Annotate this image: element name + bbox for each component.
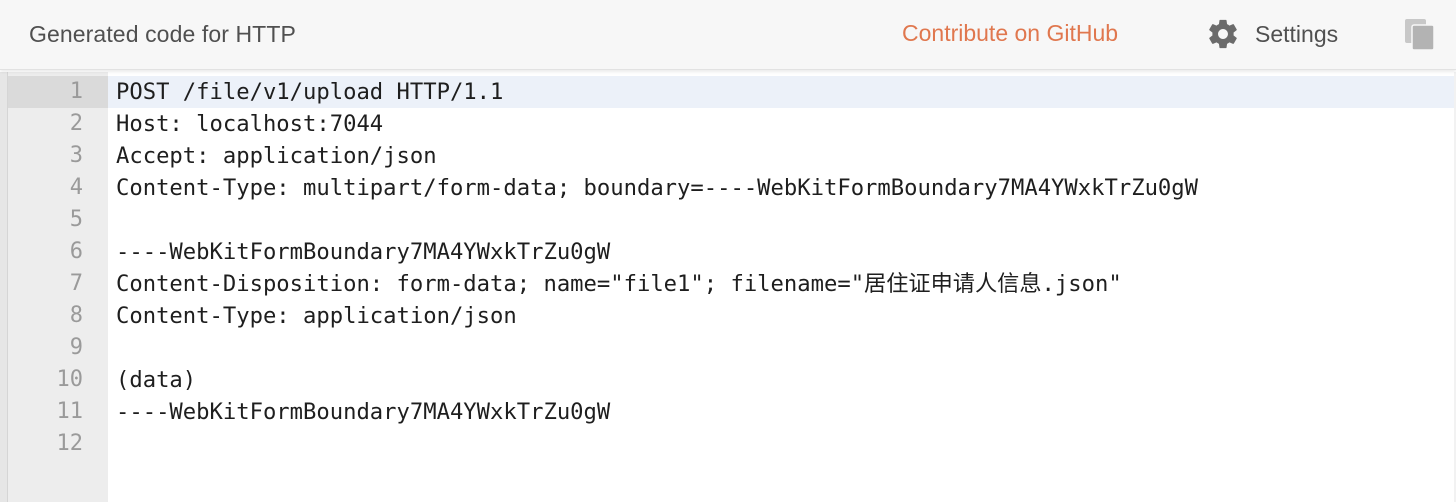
line-number: 11 [56,399,84,424]
code-line[interactable]: 4 Content-Type: multipart/form-data; boun… [0,172,1456,204]
code-line[interactable]: 1 POST /file/v1/upload HTTP/1.1 [0,76,1456,108]
code-line[interactable]: 7 Content-Disposition: form-data; name="f… [0,268,1456,300]
code-line[interactable]: 12 [0,428,1456,460]
copy-button[interactable] [1404,18,1436,52]
code-generator-window: Generated code for HTTP Contribute on Gi… [0,0,1456,502]
line-text[interactable]: Accept: application/json [116,140,437,172]
line-number: 8 [69,303,83,328]
code-line[interactable]: 10 (data) [0,364,1456,396]
line-number: 7 [69,271,83,296]
code-line[interactable]: 9 [0,332,1456,364]
line-number: 6 [69,239,83,264]
copy-icon [1405,19,1435,51]
code-line[interactable]: 6 ----WebKitFormBoundary7MA4YWxkTrZu0gW [0,236,1456,268]
line-number: 4 [69,175,83,200]
line-text[interactable]: ----WebKitFormBoundary7MA4YWxkTrZu0gW [116,396,610,428]
line-number: 10 [56,367,84,392]
settings-label: Settings [1255,21,1339,47]
header-bar: Generated code for HTTP Contribute on Gi… [0,0,1456,70]
line-text[interactable]: Content-Type: application/json [116,300,517,332]
line-text[interactable]: ----WebKitFormBoundary7MA4YWxkTrZu0gW [116,236,610,268]
code-line[interactable]: 8 Content-Type: application/json [0,300,1456,332]
line-text[interactable]: Content-Disposition: form-data; name="fi… [116,268,1122,300]
line-number: 1 [69,79,83,104]
code-line[interactable]: 11 ----WebKitFormBoundary7MA4YWxkTrZu0gW [0,396,1456,428]
code-editor[interactable]: 1 POST /file/v1/upload HTTP/1.1 2 Host: loc… [0,72,1456,502]
panel-title: Generated code for HTTP [29,21,296,47]
gear-icon [1209,19,1237,49]
contribute-github-link[interactable]: Contribute on GitHub [902,19,1118,47]
code-line[interactable]: 5 [0,204,1456,236]
line-number: 9 [69,335,83,360]
code-lines[interactable]: 1 POST /file/v1/upload HTTP/1.1 2 Host: loc… [0,76,1456,460]
line-text[interactable]: Content-Type: multipart/form-data; bound… [116,172,1198,204]
line-text[interactable]: Host: localhost:7044 [116,108,383,140]
line-number: 2 [69,111,83,136]
settings-button[interactable]: Settings [1206,16,1338,52]
line-number: 5 [69,207,83,232]
line-text[interactable]: POST /file/v1/upload HTTP/1.1 [116,76,503,108]
line-number: 12 [56,431,84,456]
code-line[interactable]: 3 Accept: application/json [0,140,1456,172]
code-line[interactable]: 2 Host: localhost:7044 [0,108,1456,140]
line-number: 3 [69,143,83,168]
line-text[interactable]: (data) [116,364,196,396]
